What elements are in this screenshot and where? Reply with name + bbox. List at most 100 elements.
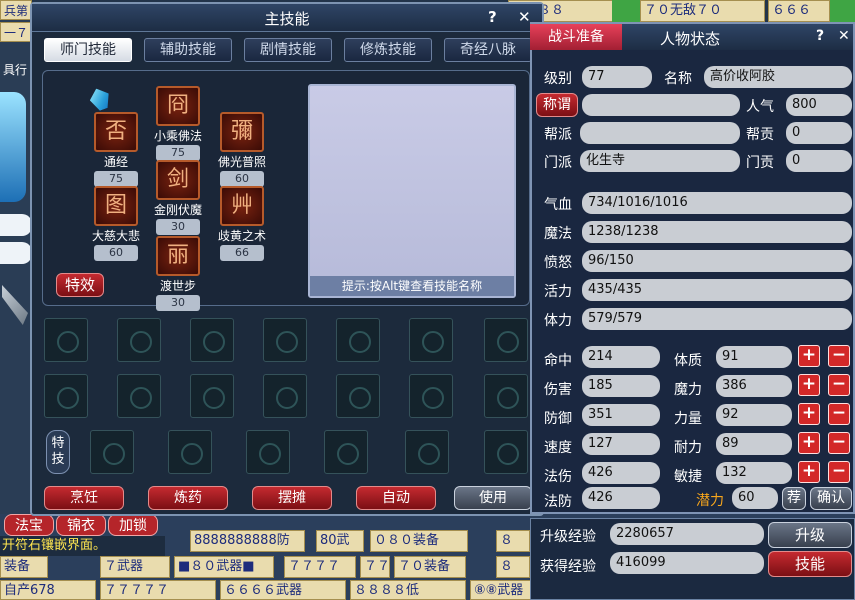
defense-value: 351 <box>582 404 660 426</box>
gang-contrib-label: 帮贡 <box>746 127 774 143</box>
skill-daci-dabei[interactable]: 图 大慈大悲 60 <box>86 186 146 261</box>
close-icon[interactable]: ✕ <box>518 8 531 26</box>
skill-icon: 丽 <box>156 236 200 276</box>
skill-name: 歧黄之术 <box>217 229 266 243</box>
skill-icon: 艸 <box>220 186 264 226</box>
skill-jingang-fumo[interactable]: 剑 金刚伏魔 30 <box>148 160 208 235</box>
left-side-tab-1[interactable] <box>0 214 32 236</box>
strength-minus-button[interactable]: − <box>828 403 850 425</box>
auto-button[interactable]: 自动 <box>356 486 436 510</box>
skill-slot[interactable] <box>336 374 380 418</box>
cooking-button[interactable]: 烹饪 <box>44 486 124 510</box>
bg-strip-b3-1: 自产678 <box>0 580 96 600</box>
constitution-minus-button[interactable]: − <box>828 345 850 367</box>
bg-strip-b1-4: ８ <box>496 530 530 552</box>
help-icon[interactable]: ? <box>488 8 497 26</box>
constitution-plus-button[interactable]: + <box>798 345 820 367</box>
rage-value: 96/150 <box>582 250 852 272</box>
bg-strip-b2-0: 装备 <box>0 556 48 578</box>
endurance-plus-button[interactable]: + <box>798 432 820 454</box>
agility-label: 敏捷 <box>674 469 702 485</box>
special-skill-slot[interactable] <box>90 430 134 474</box>
skill-level: 75 <box>156 145 200 161</box>
skill-level: 66 <box>220 245 264 261</box>
combat-prep-tab[interactable]: 战斗准备 <box>530 24 622 50</box>
stamina-value: 579/579 <box>582 308 852 330</box>
status-close-icon[interactable]: ✕ <box>838 28 850 44</box>
skill-icon: 剑 <box>156 160 200 200</box>
title-button[interactable]: 称谓 <box>536 93 578 117</box>
skill-dushi-bu[interactable]: 丽 渡世步 30 <box>148 236 208 311</box>
tab-support-skills[interactable]: 辅助技能 <box>144 38 232 62</box>
skill-foguang-puzhao[interactable]: 彌 佛光普照 60 <box>212 112 272 187</box>
skill-slot[interactable] <box>190 318 234 362</box>
alchemy-button[interactable]: 炼药 <box>148 486 228 510</box>
skill-icon: 图 <box>94 186 138 226</box>
skill-window-titlebar[interactable]: 主技能 ? ✕ <box>32 4 542 32</box>
special-skill-slot[interactable] <box>405 430 449 474</box>
skill-window-title: 主技能 <box>264 10 310 28</box>
popularity-label: 人气 <box>746 99 774 115</box>
skill-button[interactable]: 技能 <box>768 551 852 577</box>
skill-slot[interactable] <box>44 318 88 362</box>
special-skill-slot[interactable] <box>484 430 528 474</box>
bg-left-frag-1: 兵第 <box>0 0 32 20</box>
skill-slot[interactable] <box>190 374 234 418</box>
special-skill-slot[interactable] <box>324 430 368 474</box>
magic-power-minus-button[interactable]: − <box>828 374 850 396</box>
left-side-tab-2[interactable] <box>0 242 32 264</box>
use-button[interactable]: 使用 <box>454 486 532 510</box>
skill-slot[interactable] <box>117 318 161 362</box>
skill-slot[interactable] <box>484 374 528 418</box>
magic-damage-value: 426 <box>582 462 660 484</box>
skill-name: 大慈大悲 <box>91 229 140 243</box>
recommend-button[interactable]: 荐 <box>782 487 806 510</box>
skill-slot[interactable] <box>44 374 88 418</box>
hit-value: 214 <box>582 346 660 368</box>
magic-power-value: 386 <box>716 375 792 397</box>
skill-tongjing[interactable]: 否 通经 75 <box>86 112 146 187</box>
yellow-notice: 开符石镶嵌界面。 <box>0 536 165 556</box>
vitality-value: 435/435 <box>582 279 852 301</box>
chip-jinyi[interactable]: 锦衣 <box>56 514 106 536</box>
rage-label: 愤怒 <box>544 255 572 271</box>
confirm-button[interactable]: 确认 <box>810 487 852 510</box>
strength-plus-button[interactable]: + <box>798 403 820 425</box>
chip-jiasuo[interactable]: 加锁 <box>108 514 158 536</box>
skill-slot[interactable] <box>263 374 307 418</box>
skill-icon: 冏 <box>156 86 200 126</box>
agility-minus-button[interactable]: − <box>828 461 850 483</box>
tab-cultivation-skills[interactable]: 修炼技能 <box>344 38 432 62</box>
title-value <box>582 94 740 116</box>
endurance-minus-button[interactable]: − <box>828 432 850 454</box>
magic-power-plus-button[interactable]: + <box>798 374 820 396</box>
popularity-value: 800 <box>786 94 852 116</box>
special-skill-slot[interactable] <box>246 430 290 474</box>
tab-sect-skills[interactable]: 师门技能 <box>44 38 132 62</box>
magic-power-label: 魔力 <box>674 382 702 398</box>
stall-button[interactable]: 摆摊 <box>252 486 332 510</box>
speed-label: 速度 <box>544 440 572 456</box>
skill-name: 佛光普照 <box>217 155 266 169</box>
chip-fabao[interactable]: 法宝 <box>4 514 54 536</box>
bg-strip-b2-5: ７０装备 <box>394 556 466 578</box>
status-help-icon[interactable]: ? <box>816 28 824 44</box>
tab-story-skills[interactable]: 剧情技能 <box>244 38 332 62</box>
special-skill-slot[interactable] <box>168 430 212 474</box>
bg-strip-b2-6: ８ <box>496 556 530 578</box>
skill-xiaocheng-fofa[interactable]: 冏 小乘佛法 75 <box>148 86 208 161</box>
skill-slot[interactable] <box>336 318 380 362</box>
skill-slot[interactable] <box>409 318 453 362</box>
skill-slot[interactable] <box>117 374 161 418</box>
tab-meridian-skills[interactable]: 奇经八脉 <box>444 38 532 62</box>
agility-plus-button[interactable]: + <box>798 461 820 483</box>
skill-slot[interactable] <box>263 318 307 362</box>
bg-strip-b1-2: 80武 <box>316 530 364 552</box>
skill-slot[interactable] <box>409 374 453 418</box>
skill-slot[interactable] <box>484 318 528 362</box>
endurance-value: 89 <box>716 433 792 455</box>
skill-qihuang-zhishu[interactable]: 艸 歧黄之术 66 <box>212 186 272 261</box>
effect-button[interactable]: 特效 <box>56 273 104 297</box>
upgrade-button[interactable]: 升级 <box>768 522 852 548</box>
bg-left-frag-3: 具行 <box>0 60 32 80</box>
